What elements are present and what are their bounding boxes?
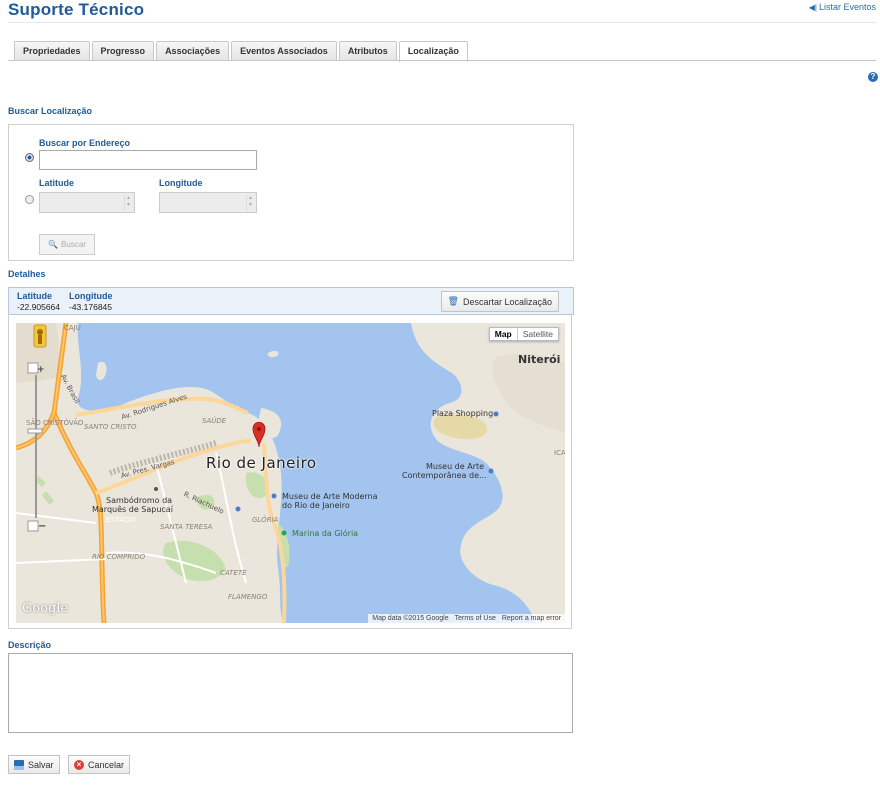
cancel-button-label: Cancelar (88, 759, 125, 770)
cancel-button[interactable]: × Cancelar (68, 755, 131, 774)
header-divider (8, 22, 876, 23)
address-input[interactable] (39, 150, 257, 170)
map-label-museu-mam-1: Museu de Arte Moderna (282, 492, 378, 501)
map-attribution: Map data ©2015 Google Terms of Use Repor… (368, 614, 565, 623)
tab-propriedades[interactable]: Propriedades (14, 41, 90, 61)
cancel-icon: × (74, 759, 84, 770)
details-longitude-value: -43.176845 (69, 302, 113, 312)
tab-progresso[interactable]: Progresso (91, 41, 155, 61)
description-label: Descrição (8, 640, 52, 650)
details-latitude-header: Latitude (17, 291, 52, 301)
map-label-museu-mam-2: do Rio de Janeiro (282, 501, 350, 510)
tab-associacoes[interactable]: Associações (156, 41, 230, 61)
address-radio[interactable] (25, 153, 34, 162)
map-label-sambodromo-2: Marquês de Sapucaí (92, 505, 173, 514)
map-label-santo-cristo: SANTO CRISTO (84, 423, 137, 431)
latitude-label: Latitude (39, 178, 74, 188)
map-label-ica: ICA (554, 449, 565, 457)
map-canvas[interactable]: + − CAJU SÃO CRISTÓVÃO SANTO CRISTO SAÚD… (16, 323, 565, 623)
map-type-map-button[interactable]: Map (490, 328, 517, 340)
map-data-text: Map data ©2015 Google (372, 615, 449, 622)
latitude-input[interactable]: ▲ ▼ (39, 192, 135, 213)
map-label-saude: SAÚDE (202, 417, 227, 425)
map-label-flamengo: FLAMENGO (228, 593, 268, 601)
search-section-label: Buscar Localização (8, 106, 93, 116)
map-label-niteroi: Niterói (518, 353, 561, 366)
map-label-sao-cristovao: SÃO CRISTÓVÃO (26, 419, 84, 427)
map-label-mac-1: Museu de Arte (426, 462, 485, 471)
trash-icon: 🗑 (447, 296, 459, 306)
page-title: Suporte Técnico (8, 0, 145, 19)
tab-eventos-associados[interactable]: Eventos Associados (231, 41, 337, 61)
map-type-satellite-button[interactable]: Satellite (516, 328, 558, 340)
magnifier-icon: 🔍 (48, 240, 59, 249)
map-label-sambodromo-1: Sambódromo da (106, 496, 173, 505)
details-section-label: Detalhes (8, 269, 46, 279)
search-button-label: Buscar (61, 240, 86, 249)
save-button-label: Salvar (28, 759, 54, 770)
tab-localizacao[interactable]: Localização (398, 41, 468, 62)
map-type-control: Map Satellite (488, 327, 559, 341)
map-label-gloria: GLÓRIA (252, 516, 279, 524)
map-label-rio-de-janeiro: Rio de Janeiro (206, 454, 317, 472)
zoom-in-button[interactable]: + (37, 365, 45, 375)
map-label-caju: CAJU (64, 324, 81, 332)
map-label-rio-comprido: RIO COMPRIDO (92, 553, 146, 561)
longitude-input[interactable]: ▲ ▼ (159, 192, 257, 213)
zoom-out-button[interactable]: − (38, 521, 46, 532)
details-latitude-value: -22.905664 (17, 302, 61, 312)
floppy-disk-icon (14, 759, 24, 770)
list-events-label: Listar Eventos (818, 2, 876, 12)
list-events-link[interactable]: ◀| Listar Eventos (809, 2, 876, 12)
tab-atributos[interactable]: Atributos (338, 41, 397, 61)
discard-location-button[interactable]: 🗑 Descartar Localização (440, 291, 559, 312)
details-bar: Latitude Longitude -22.905664 -43.176845… (8, 287, 574, 315)
help-icon[interactable]: ? (868, 72, 878, 82)
latitude-spinner-icon[interactable]: ▲ ▼ (124, 195, 132, 210)
tab-bar: Propriedades Progresso Associações Event… (14, 41, 468, 62)
back-arrow-icon: ◀| (808, 2, 817, 12)
tab-underline (8, 60, 876, 61)
google-logo: Google (22, 601, 69, 616)
map-label-mac-2: Contemporânea de... (402, 471, 487, 480)
save-button[interactable]: Salvar (8, 755, 60, 774)
map-label-catete: CATETE (220, 569, 247, 577)
map-label-marina: Marina da Glória (292, 529, 359, 538)
longitude-label: Longitude (159, 178, 203, 188)
report-map-error-link[interactable]: Report a map error (502, 615, 561, 622)
map-label-estacio: ESTÁCIO (106, 516, 136, 524)
address-label: Buscar por Endereço (39, 138, 131, 148)
coordinates-radio[interactable] (25, 195, 34, 204)
map-label-santa-teresa: SANTA TERESA (160, 523, 213, 531)
discard-location-label: Descartar Localização (462, 296, 552, 307)
description-textarea[interactable] (8, 653, 573, 733)
search-button[interactable]: 🔍 Buscar (39, 234, 95, 255)
search-panel: Buscar por Endereço Latitude Longitude ▲… (8, 124, 574, 261)
longitude-spinner-icon[interactable]: ▲ ▼ (246, 195, 254, 210)
map-label-plaza: Plaza Shopping (432, 409, 494, 418)
details-longitude-header: Longitude (69, 291, 113, 301)
terms-of-use-link[interactable]: Terms of Use (455, 615, 496, 622)
